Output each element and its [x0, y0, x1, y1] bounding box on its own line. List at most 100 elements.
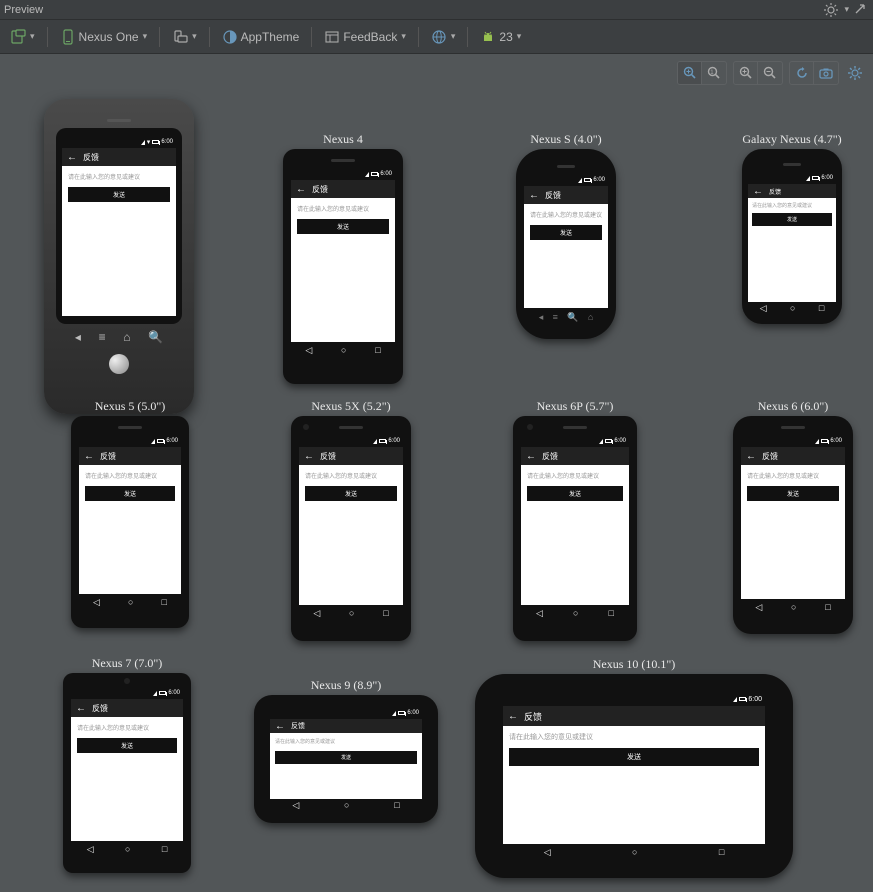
chevron-down-icon: ▾: [451, 31, 456, 42]
device-nexus-4[interactable]: Nexus 4 6:00 ←反馈 请在此输入您的意见或建议发送 ◁○□: [283, 132, 403, 384]
nav-bar: ◁○□: [521, 605, 629, 621]
back-icon: ←: [296, 184, 306, 195]
device-label: Nexus 5 (5.0"): [71, 399, 189, 414]
app-title: 反馈: [762, 451, 778, 462]
screenshot-button[interactable]: [814, 62, 838, 84]
nav-bar: ◁○□: [748, 302, 836, 314]
device-nexus-one[interactable]: ▾6:00 ←反馈 请在此输入您的意见或建议 发送 ◂≡⌂🔍: [44, 99, 194, 414]
status-time: 6:00: [166, 438, 178, 444]
device-galaxy-nexus[interactable]: Galaxy Nexus (4.7") 6:00 ←反馈 请在此输入您的意见或建…: [742, 132, 842, 324]
device-label: Nexus One: [79, 30, 139, 44]
theme-icon: [222, 29, 238, 45]
device-nexus-6p[interactable]: Nexus 6P (5.7") 6:00 ←反馈 请在此输入您的意见或建议发送 …: [513, 399, 637, 641]
gear-icon[interactable]: [823, 2, 839, 18]
theme-dropdown[interactable]: AppTheme: [218, 27, 304, 47]
feedback-hint: 请在此输入您的意见或建议: [305, 471, 397, 480]
status-time: 6:00: [388, 438, 400, 444]
status-time: 6:00: [748, 696, 762, 703]
status-time: 6:00: [821, 175, 833, 181]
send-button: 发送: [85, 486, 175, 501]
device-nexus-9[interactable]: Nexus 9 (8.9") 6:00 ←反馈 请在此输入您的意见或建议发送 ◁…: [254, 678, 438, 823]
configurations-dropdown[interactable]: ▾: [6, 27, 39, 47]
feedback-hint: 请在此输入您的意见或建议: [509, 732, 759, 742]
device-label: Nexus 5X (5.2"): [291, 399, 411, 414]
locale-dropdown[interactable]: ▾: [427, 27, 460, 47]
device-label: Nexus 7 (7.0"): [63, 656, 191, 671]
layout-file-icon: [324, 29, 340, 45]
screen-label: FeedBack: [343, 30, 397, 44]
nav-bar: ◁○□: [299, 605, 403, 621]
app-title: 反馈: [769, 187, 781, 196]
chevron-down-icon: ▾: [401, 31, 406, 42]
send-button: 发送: [530, 225, 602, 240]
screen-dropdown[interactable]: FeedBack ▾: [320, 27, 410, 47]
orientation-icon: [172, 29, 188, 45]
back-icon: ←: [304, 451, 314, 462]
device-nexus-s[interactable]: Nexus S (4.0") 6:00 ←反馈 请在此输入您的意见或建议发送 ◂…: [516, 132, 616, 339]
device-nexus-6[interactable]: Nexus 6 (6.0") 6:00 ←反馈 请在此输入您的意见或建议发送 ◁…: [733, 399, 853, 634]
status-time: 6:00: [168, 690, 180, 696]
separator: [159, 27, 160, 47]
device-label: Nexus 10 (10.1"): [475, 657, 793, 672]
device-nexus-5x[interactable]: Nexus 5X (5.2") 6:00 ←反馈 请在此输入您的意见或建议发送 …: [291, 399, 411, 641]
device-label: Nexus 6 (6.0"): [733, 399, 853, 414]
device-dropdown[interactable]: Nexus One ▾: [56, 27, 152, 47]
send-button: 发送: [752, 213, 832, 226]
device-label: Nexus S (4.0"): [516, 132, 616, 147]
status-time: 6:00: [161, 139, 173, 145]
back-icon: ←: [508, 711, 518, 722]
nav-bar: ◁○□: [741, 599, 845, 615]
device-label: Galaxy Nexus (4.7"): [742, 132, 842, 147]
device-nexus-5[interactable]: Nexus 5 (5.0") 6:00 ←反馈 请在此输入您的意见或建议发送 ◁…: [71, 399, 189, 628]
app-title: 反馈: [312, 184, 328, 195]
app-title: 反馈: [524, 710, 542, 723]
nav-bar: ◁○□: [79, 594, 181, 610]
preview-canvas: 1 ▾6:00 ←反馈 请在此输入您的意见或建议 发送: [0, 54, 873, 892]
back-icon: ←: [526, 451, 536, 462]
app-title: 反馈: [542, 451, 558, 462]
phone-icon: [60, 29, 76, 45]
canvas-actions: 1: [671, 61, 867, 85]
zoom-in-button[interactable]: [734, 62, 758, 84]
feedback-hint: 请在此输入您的意见或建议: [275, 738, 417, 745]
title-bar: Preview ▾: [0, 0, 873, 20]
feedback-hint: 请在此输入您的意见或建议: [297, 204, 389, 213]
status-time: 6:00: [593, 177, 605, 183]
settings-button[interactable]: [843, 62, 867, 84]
api-label: 23: [499, 30, 512, 44]
back-icon: ←: [76, 703, 86, 714]
feedback-hint: 请在此输入您的意见或建议: [530, 210, 602, 219]
device-nexus-7[interactable]: Nexus 7 (7.0") 6:00 ←反馈 请在此输入您的意见或建议发送 ◁…: [63, 656, 191, 873]
android-icon: [480, 29, 496, 45]
app-title: 反馈: [92, 703, 108, 714]
feedback-hint: 请在此输入您的意见或建议: [747, 471, 839, 480]
status-time: 6:00: [407, 710, 419, 716]
refresh-button[interactable]: [790, 62, 814, 84]
restore-icon[interactable]: [853, 2, 869, 18]
back-icon: ←: [67, 152, 77, 163]
zoom-out-button[interactable]: [758, 62, 782, 84]
feedback-hint: 请在此输入您的意见或建议: [527, 471, 623, 480]
chevron-down-icon: ▾: [192, 31, 197, 42]
send-button: 发送: [527, 486, 623, 501]
feedback-hint: 请在此输入您的意见或建议: [752, 202, 832, 209]
globe-icon: [431, 29, 447, 45]
zoom-fit-button[interactable]: [678, 62, 702, 84]
feedback-hint: 请在此输入您的意见或建议: [85, 471, 175, 480]
back-icon: ←: [746, 451, 756, 462]
api-dropdown[interactable]: 23 ▾: [476, 27, 525, 47]
nav-bar: ◁○□: [71, 841, 183, 857]
separator: [311, 27, 312, 47]
device-nexus-10[interactable]: Nexus 10 (10.1") 6:00 ←反馈 请在此输入您的意见或建议发送…: [475, 657, 793, 878]
back-icon: ←: [529, 190, 539, 201]
nav-bar: ◁○□: [291, 342, 395, 358]
zoom-actual-button[interactable]: 1: [702, 62, 726, 84]
feedback-hint: 请在此输入您的意见或建议: [77, 723, 177, 732]
status-time: 6:00: [380, 171, 392, 177]
orientation-dropdown[interactable]: ▾: [168, 27, 201, 47]
device-label: Nexus 6P (5.7"): [513, 399, 637, 414]
app-title: 反馈: [100, 451, 116, 462]
app-title: 反馈: [545, 190, 561, 201]
send-button: 发送: [275, 751, 417, 764]
separator: [467, 27, 468, 47]
